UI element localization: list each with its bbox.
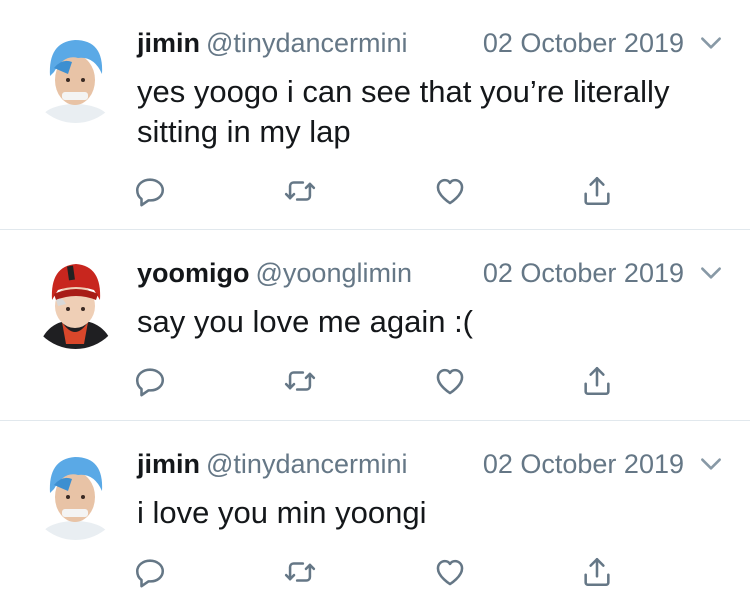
tweet-actions xyxy=(0,364,750,400)
tweet-actions xyxy=(0,174,750,210)
reply-button[interactable] xyxy=(133,364,167,398)
retweet-button[interactable] xyxy=(283,174,317,208)
reply-button[interactable] xyxy=(133,174,167,208)
share-icon xyxy=(584,366,610,396)
share-icon xyxy=(584,176,610,206)
tweet-date[interactable]: 02 October 2019 xyxy=(483,447,684,481)
chevron-down-icon[interactable] xyxy=(698,451,724,477)
tweet-text: say you love me again :( xyxy=(137,304,474,339)
tweet-date[interactable]: 02 October 2019 xyxy=(483,26,684,60)
avatar[interactable] xyxy=(28,254,123,349)
tweet-date[interactable]: 02 October 2019 xyxy=(483,256,684,290)
retweet-icon xyxy=(284,371,316,391)
user-handle[interactable]: @tinydancermini xyxy=(206,449,408,479)
tweet[interactable]: jimin @tinydancermini 02 October 2019 yes… xyxy=(0,0,750,230)
display-name[interactable]: yoomigo xyxy=(137,258,250,288)
reply-button[interactable] xyxy=(133,555,167,589)
tweet[interactable]: yoomigo @yoonglimin 02 October 2019 say y… xyxy=(0,230,750,421)
like-button[interactable] xyxy=(433,174,467,208)
share-button[interactable] xyxy=(580,364,614,398)
retweet-icon xyxy=(284,562,316,582)
display-name[interactable]: jimin xyxy=(137,449,200,479)
like-icon xyxy=(436,368,464,395)
avatar-red-beanie-image xyxy=(28,254,123,349)
tweet-text: yes yoogo i can see that you’re literall… xyxy=(137,74,670,149)
reply-icon xyxy=(135,559,165,588)
reply-icon xyxy=(135,178,165,207)
retweet-icon xyxy=(284,181,316,201)
avatar-blue-hair-image xyxy=(28,445,123,540)
share-button[interactable] xyxy=(580,555,614,589)
avatar[interactable] xyxy=(28,445,123,540)
chevron-down-icon[interactable] xyxy=(698,260,724,286)
user-handle[interactable]: @tinydancermini xyxy=(206,28,408,58)
tweet-text: i love you min yoongi xyxy=(137,495,427,530)
tweet-thread: jimin @tinydancermini 02 October 2019 yes… xyxy=(0,0,750,615)
user-handle[interactable]: @yoonglimin xyxy=(256,258,412,288)
retweet-button[interactable] xyxy=(283,364,317,398)
avatar[interactable] xyxy=(28,28,123,123)
display-name[interactable]: jimin xyxy=(137,28,200,58)
like-button[interactable] xyxy=(433,364,467,398)
tweet-actions xyxy=(0,555,750,591)
like-icon xyxy=(436,559,464,586)
like-icon xyxy=(436,178,464,205)
share-icon xyxy=(584,557,610,587)
reply-icon xyxy=(135,368,165,397)
avatar-blue-hair-image xyxy=(28,28,123,123)
like-button[interactable] xyxy=(433,555,467,589)
tweet[interactable]: jimin @tinydancermini 02 October 2019 i l… xyxy=(0,421,750,615)
retweet-button[interactable] xyxy=(283,555,317,589)
chevron-down-icon[interactable] xyxy=(698,30,724,56)
share-button[interactable] xyxy=(580,174,614,208)
